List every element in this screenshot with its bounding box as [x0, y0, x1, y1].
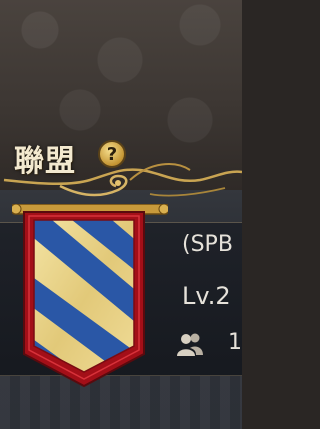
alliance-tag: (SPB [182, 232, 233, 257]
alliance-banner-icon[interactable] [12, 204, 168, 394]
members-count: 1 [228, 330, 242, 355]
question-mark-icon: ? [106, 143, 118, 165]
page-title: 聯盟 [14, 144, 76, 179]
help-button[interactable]: ? [98, 140, 126, 168]
alliance-level: Lv.2 [182, 282, 231, 310]
members-icon [177, 333, 203, 356]
